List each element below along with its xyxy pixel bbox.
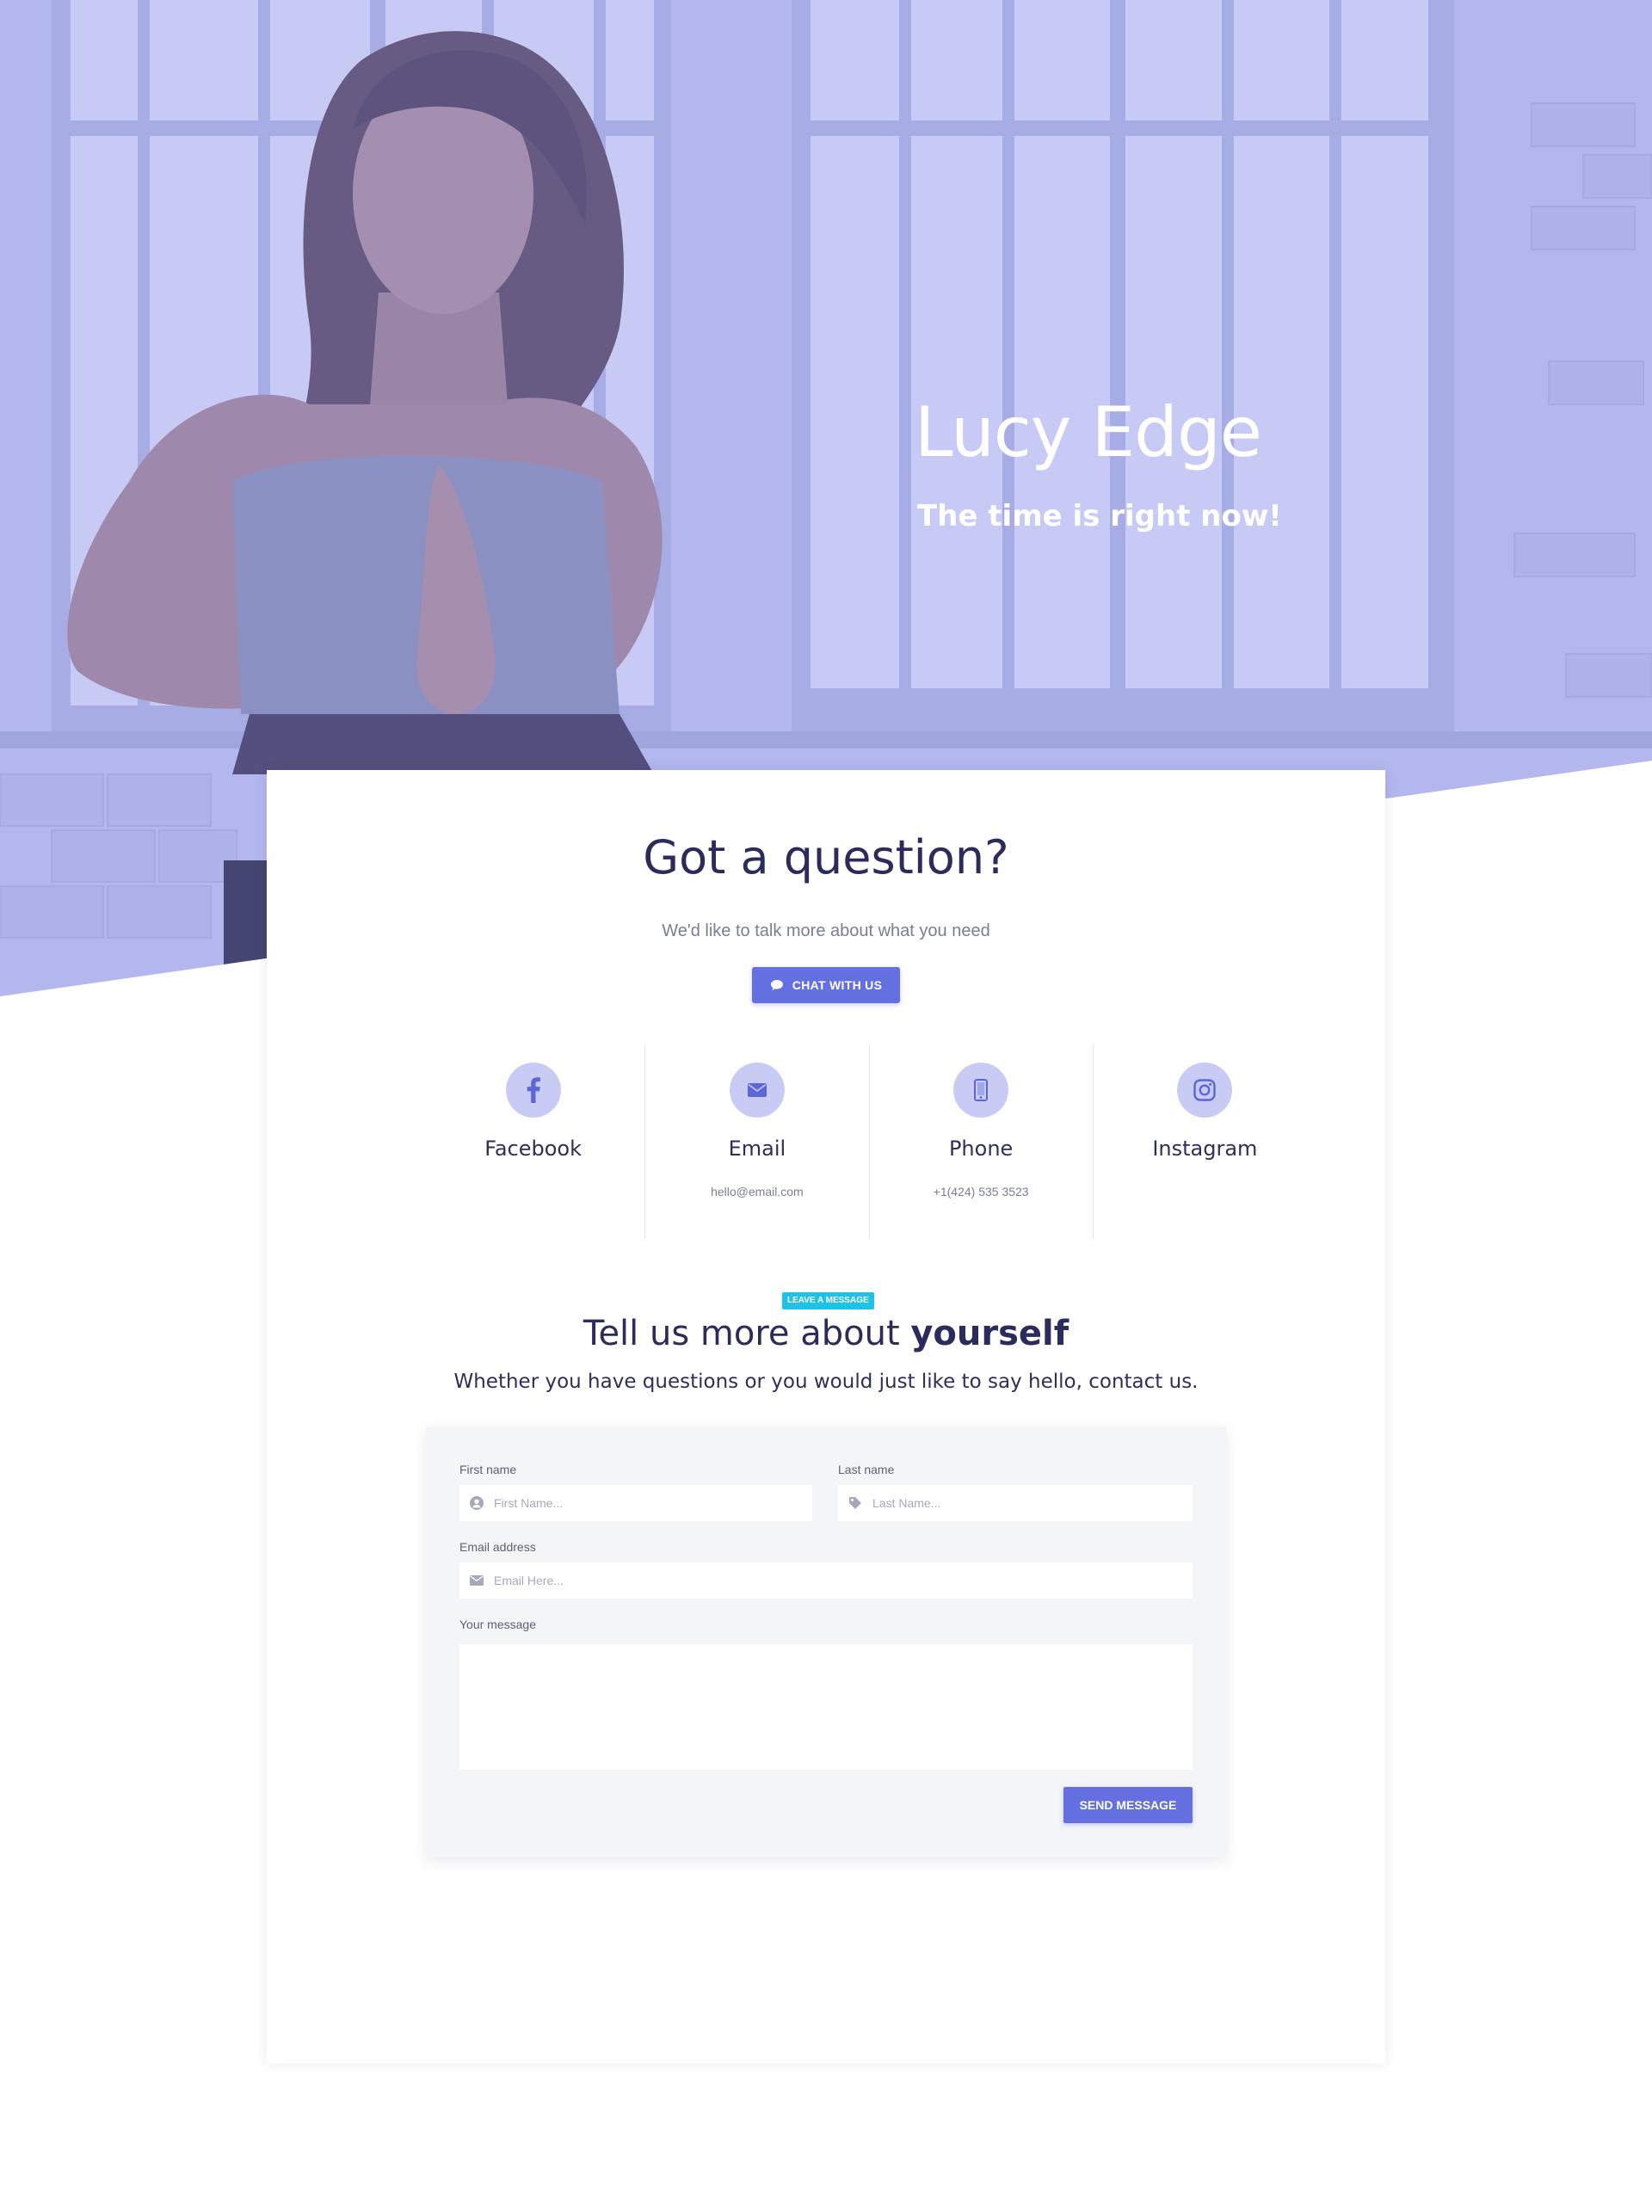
- chat-with-us-button[interactable]: CHAT WITH US: [752, 967, 900, 1003]
- chat-with-us-label: CHAT WITH US: [792, 978, 883, 992]
- envelope-icon: [729, 1063, 785, 1118]
- tell-us-heading: Tell us more about yourself: [267, 1313, 1385, 1354]
- message-textarea[interactable]: [459, 1644, 1193, 1770]
- tell-us-heading-regular: Tell us more about: [583, 1314, 911, 1353]
- instagram-icon: [1177, 1063, 1233, 1118]
- tell-us-subtitle: Whether you have questions or you would …: [453, 1371, 1199, 1393]
- email-input[interactable]: [492, 1562, 1193, 1599]
- phone-number[interactable]: +1(424) 535 3523: [870, 1185, 1093, 1198]
- first-name-label: First name: [459, 1463, 517, 1476]
- contact-label: Email: [728, 1137, 786, 1161]
- last-name-field[interactable]: [838, 1484, 1193, 1522]
- question-heading: Got a question?: [643, 830, 1009, 884]
- question-subtitle: We'd like to talk more about what you ne…: [662, 921, 990, 940]
- first-name-field[interactable]: [459, 1484, 812, 1522]
- contact-label: Facebook: [484, 1137, 583, 1161]
- hero-subtitle: The time is right now!: [917, 499, 1282, 533]
- contact-email[interactable]: Email hello@email.com: [644, 1044, 868, 1240]
- contact-facebook[interactable]: Facebook: [422, 1044, 644, 1240]
- tag-icon: [849, 1497, 861, 1509]
- last-name-input[interactable]: [871, 1484, 1193, 1522]
- contact-form: First name Last name Email address: [426, 1427, 1226, 1858]
- contact-label: Phone: [948, 1137, 1014, 1161]
- contact-card: Got a question? We'd like to talk more a…: [267, 770, 1385, 2063]
- email-field[interactable]: [459, 1562, 1193, 1599]
- hero-title: Lucy Edge: [915, 392, 1262, 472]
- tell-us-heading-bold: yourself: [910, 1314, 1069, 1353]
- send-message-button[interactable]: SEND MESSAGE: [1063, 1787, 1193, 1823]
- chat-bubble-icon: [770, 980, 783, 990]
- first-name-input[interactable]: [492, 1484, 812, 1522]
- contact-options: Facebook Email hello@email.com Phone +1(…: [422, 1044, 1316, 1240]
- user-circle-icon: [470, 1496, 484, 1510]
- contact-instagram[interactable]: Instagram: [1092, 1044, 1316, 1240]
- contact-label: Instagram: [1152, 1137, 1258, 1161]
- email-address[interactable]: hello@email.com: [645, 1185, 868, 1198]
- mobile-phone-icon: [953, 1063, 1009, 1118]
- leave-a-message-badge: LEAVE A MESSAGE: [782, 1292, 874, 1309]
- your-message-label: Your message: [459, 1617, 536, 1631]
- contact-phone[interactable]: Phone +1(424) 535 3523: [868, 1044, 1093, 1240]
- last-name-label: Last name: [838, 1463, 895, 1476]
- facebook-icon: [505, 1063, 561, 1118]
- email-address-label: Email address: [459, 1540, 536, 1554]
- envelope-icon: [470, 1575, 484, 1586]
